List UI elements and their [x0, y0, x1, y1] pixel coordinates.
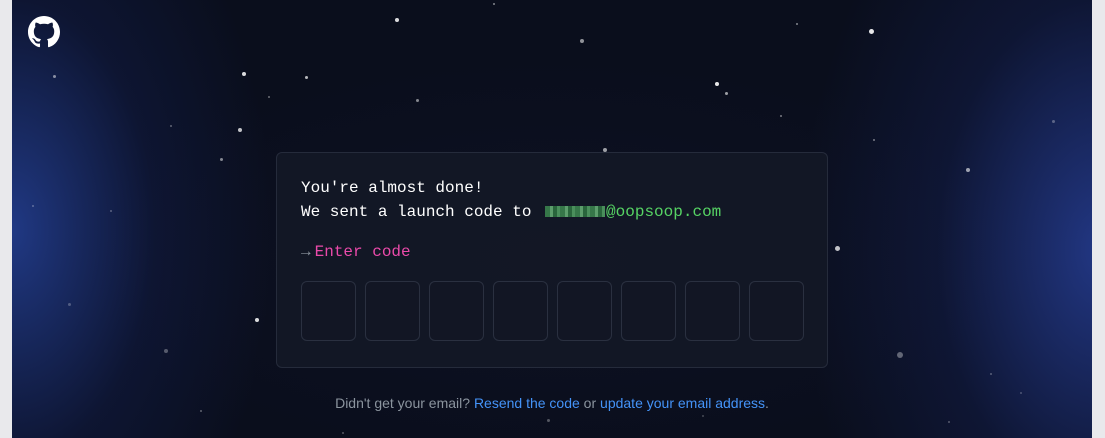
star-dot [547, 419, 550, 422]
star-dot [715, 82, 719, 86]
code-digit-input-4[interactable] [493, 281, 548, 341]
signup-verification-screen: You're almost done! We sent a launch cod… [12, 0, 1092, 438]
verification-card: You're almost done! We sent a launch cod… [276, 152, 828, 368]
code-digit-input-2[interactable] [365, 281, 420, 341]
star-dot [990, 373, 992, 375]
footer-text-before: Didn't get your email? [335, 395, 474, 411]
star-dot [255, 318, 259, 322]
star-dot [948, 421, 950, 423]
code-digit-input-7[interactable] [685, 281, 740, 341]
star-dot [780, 115, 782, 117]
star-dot [796, 23, 798, 25]
star-dot [342, 432, 344, 434]
star-dot [966, 168, 970, 172]
arrow-right-icon: → [301, 243, 311, 261]
email-domain: @oopsoop.com [606, 203, 722, 221]
star-dot [1020, 392, 1022, 394]
star-dot [110, 210, 112, 212]
enter-code-label: Enter code [314, 243, 411, 261]
launch-code-sent-prefix: We sent a launch code to [301, 203, 542, 221]
resend-footer: Didn't get your email? Resend the code o… [12, 395, 1092, 411]
star-dot [220, 158, 223, 161]
footer-text-middle: or [579, 395, 601, 411]
star-dot [416, 99, 419, 102]
star-dot [164, 349, 168, 353]
star-dot [268, 96, 270, 98]
star-dot [873, 139, 875, 141]
launch-code-sent-text: We sent a launch code to @oopsoop.com [301, 203, 721, 221]
star-dot [238, 128, 242, 132]
star-dot [395, 18, 399, 22]
code-digit-input-8[interactable] [749, 281, 804, 341]
star-dot [32, 205, 34, 207]
star-dot [242, 72, 246, 76]
star-dot [725, 92, 728, 95]
star-dot [869, 29, 874, 34]
star-dot [580, 39, 584, 43]
star-dot [68, 303, 71, 306]
code-digit-input-3[interactable] [429, 281, 484, 341]
almost-done-text: You're almost done! [301, 179, 484, 197]
star-dot [170, 125, 172, 127]
star-dot [897, 352, 903, 358]
star-dot [702, 415, 704, 417]
code-input-group [301, 281, 804, 341]
redacted-email-username [545, 206, 606, 217]
star-dot [53, 75, 56, 78]
code-digit-input-1[interactable] [301, 281, 356, 341]
footer-text-after: . [765, 395, 769, 411]
code-digit-input-6[interactable] [621, 281, 676, 341]
resend-code-link[interactable]: Resend the code [474, 395, 580, 411]
star-dot [835, 246, 840, 251]
star-dot [1052, 120, 1055, 123]
star-dot [305, 76, 308, 79]
star-dot [493, 3, 495, 5]
github-logo-icon[interactable] [28, 16, 60, 48]
update-email-link[interactable]: update your email address [600, 395, 765, 411]
enter-code-prompt: → Enter code [301, 243, 411, 261]
code-digit-input-5[interactable] [557, 281, 612, 341]
